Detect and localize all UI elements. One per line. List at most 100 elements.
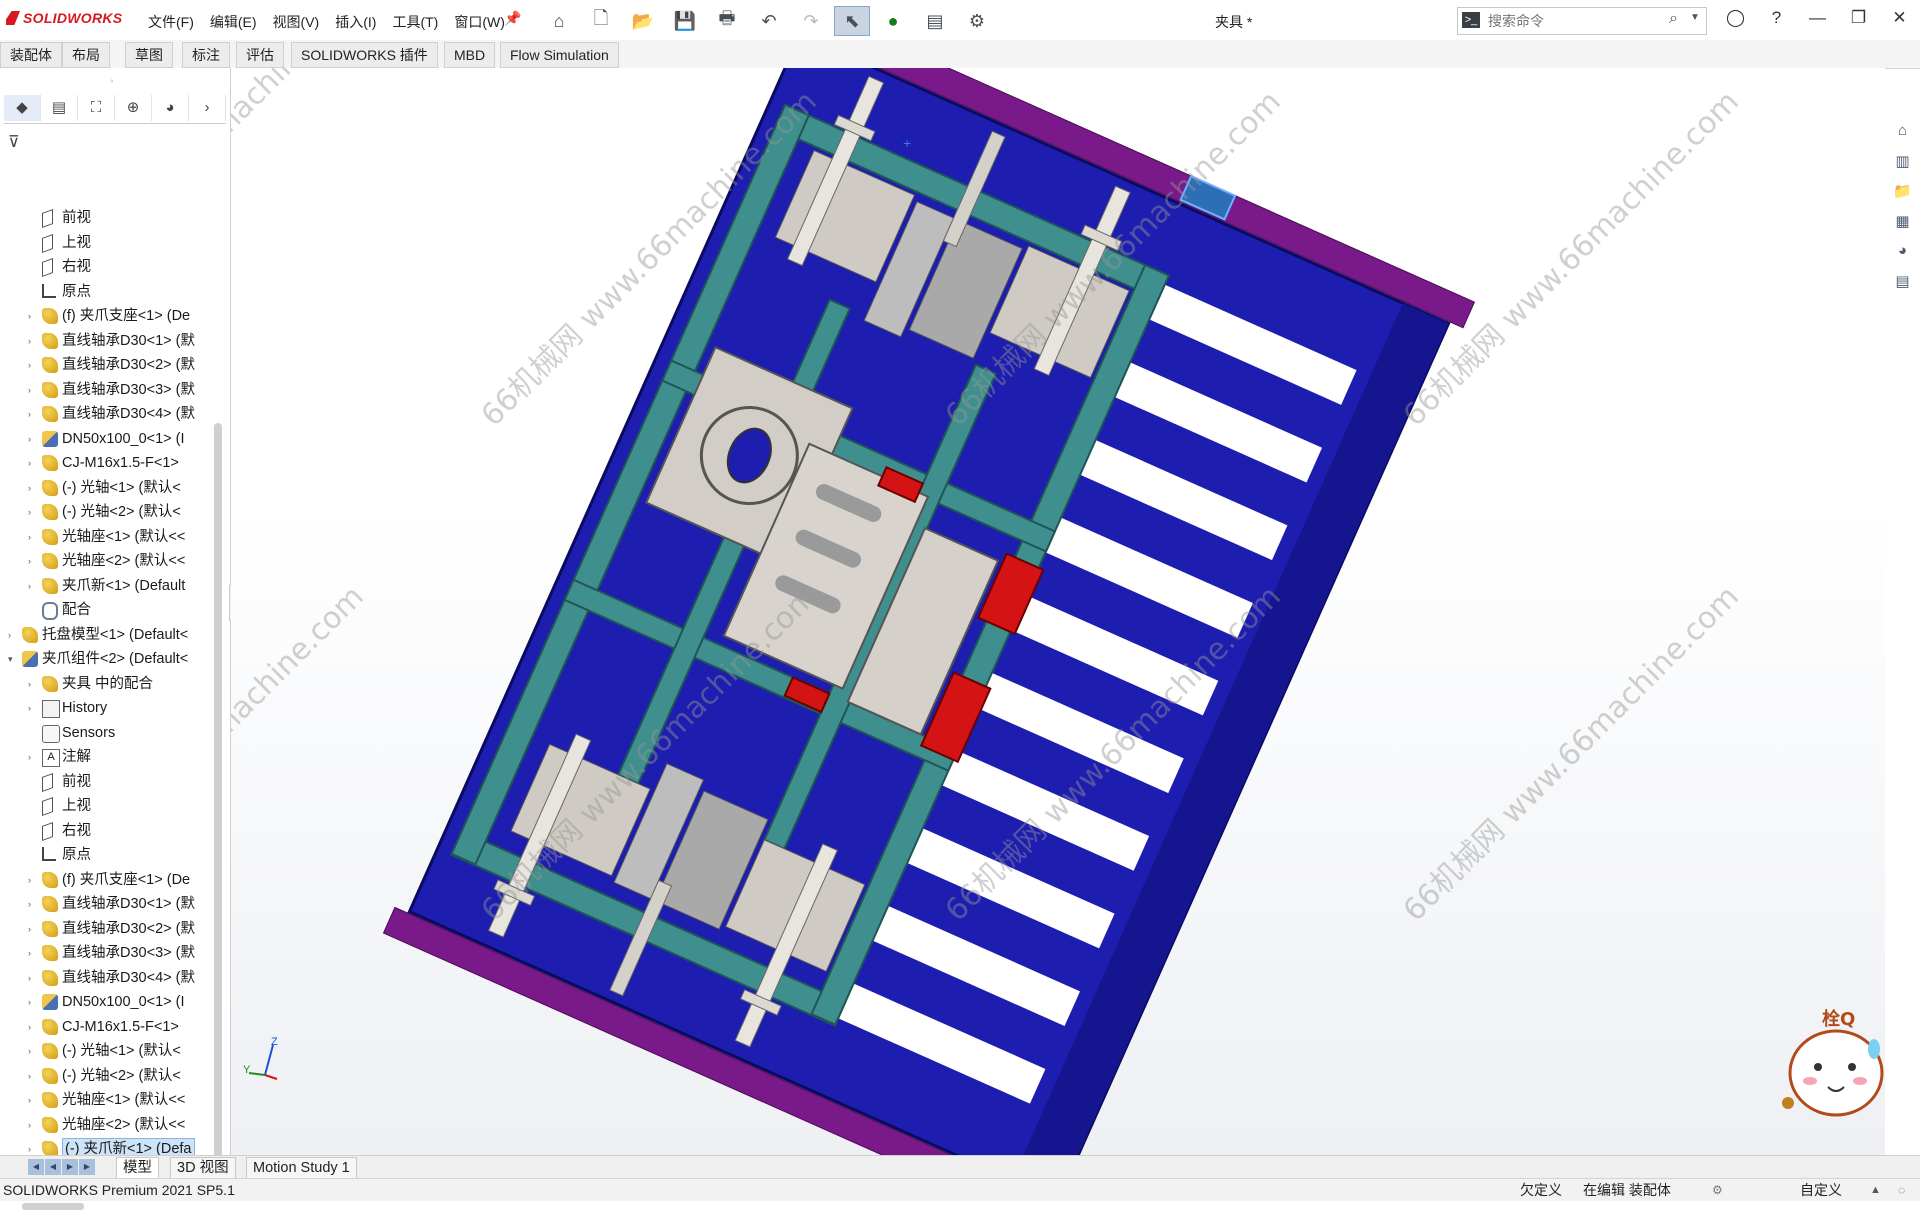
- expand-arrow-icon[interactable]: ›: [28, 966, 38, 990]
- user-account-icon[interactable]: ◯: [1715, 8, 1756, 28]
- expand-arrow-icon[interactable]: ›: [28, 1137, 38, 1156]
- tab-motion-study[interactable]: Motion Study 1: [246, 1157, 357, 1180]
- more-tabs-chevron-icon[interactable]: ›: [189, 95, 226, 121]
- tree-item[interactable]: 上视: [0, 231, 212, 255]
- view-palette-icon[interactable]: ▦: [1890, 212, 1916, 236]
- tree-item[interactable]: › 直线轴承D30<3> (默: [0, 941, 212, 965]
- tree-item[interactable]: › 直线轴承D30<2> (默: [0, 917, 212, 941]
- tree-vertical-scrollbar[interactable]: [214, 423, 222, 1173]
- expand-arrow-icon[interactable]: ›: [28, 1064, 38, 1088]
- filter-icon[interactable]: ⊽: [8, 132, 20, 152]
- expand-arrow-icon[interactable]: ›: [28, 672, 38, 696]
- expand-arrow-icon[interactable]: ›: [28, 696, 38, 720]
- dimxpert-tab-icon[interactable]: ⊕: [115, 95, 152, 121]
- expand-arrow-icon[interactable]: ›: [28, 1088, 38, 1112]
- tab-mbd[interactable]: MBD: [444, 42, 496, 68]
- tree-item[interactable]: 配合: [0, 598, 212, 622]
- menu-tools[interactable]: 工具(T): [384, 12, 446, 32]
- tab-layout[interactable]: 布局: [62, 42, 110, 68]
- tab-3d-view[interactable]: 3D 视图: [170, 1157, 236, 1180]
- tree-item[interactable]: › DN50x100_0<1> (I: [0, 427, 212, 451]
- print-icon[interactable]: 🖶: [708, 7, 746, 35]
- file-properties-icon[interactable]: ▤: [916, 7, 954, 35]
- units-status[interactable]: 自定义: [1800, 1179, 1842, 1201]
- expand-arrow-icon[interactable]: ›: [28, 353, 38, 377]
- expand-arrow-icon[interactable]: ›: [28, 1113, 38, 1137]
- expand-arrow-icon[interactable]: ›: [28, 525, 38, 549]
- tree-item[interactable]: › (-) 光轴<2> (默认<: [0, 1064, 212, 1088]
- definition-status[interactable]: 欠定义: [1520, 1179, 1562, 1201]
- tree-item[interactable]: › 光轴座<2> (默认<<: [0, 1113, 212, 1137]
- tree-item[interactable]: › (-) 光轴<1> (默认<: [0, 476, 212, 500]
- tree-item[interactable]: 前视: [0, 206, 212, 230]
- tree-item[interactable]: › (-) 光轴<2> (默认<: [0, 500, 212, 524]
- solidworks-logo[interactable]: SOLIDWORKS: [6, 10, 122, 26]
- tree-item[interactable]: 原点: [0, 843, 212, 867]
- tree-item[interactable]: › 直线轴承D30<4> (默: [0, 966, 212, 990]
- tab-flow-simulation[interactable]: Flow Simulation: [500, 42, 619, 68]
- close-icon[interactable]: ✕: [1879, 8, 1920, 28]
- tree-item[interactable]: › History: [0, 696, 212, 720]
- tree-item[interactable]: Sensors: [0, 721, 212, 745]
- custom-properties-icon[interactable]: ▤: [1890, 272, 1916, 296]
- expand-arrow-icon[interactable]: ›: [28, 304, 38, 328]
- search-dropdown-icon[interactable]: ▼: [1690, 12, 1700, 23]
- tree-item[interactable]: 上视: [0, 794, 212, 818]
- expand-arrow-icon[interactable]: ›: [28, 402, 38, 426]
- tree-item[interactable]: › 光轴座<2> (默认<<: [0, 549, 212, 573]
- tree-item[interactable]: › CJ-M16x1.5-F<1>: [0, 1015, 212, 1039]
- expand-arrow-icon[interactable]: ›: [28, 892, 38, 916]
- menu-view[interactable]: 视图(V): [265, 12, 328, 32]
- expand-arrow-icon[interactable]: ›: [28, 378, 38, 402]
- tree-item[interactable]: › (-) 夹爪新<1> (Defa: [0, 1137, 212, 1156]
- first-tab-icon[interactable]: ◀: [28, 1159, 44, 1175]
- tree-item[interactable]: › 直线轴承D30<2> (默: [0, 353, 212, 377]
- prev-tab-icon[interactable]: ◀: [45, 1159, 61, 1175]
- expand-arrow-icon[interactable]: ›: [28, 329, 38, 353]
- tree-item[interactable]: ▾ 夹爪组件<2> (Default<: [0, 647, 212, 671]
- tree-item[interactable]: › CJ-M16x1.5-F<1>: [0, 451, 212, 475]
- expand-arrow-icon[interactable]: ›: [28, 427, 38, 451]
- rebuild-icon[interactable]: ⚙: [1712, 1179, 1723, 1201]
- expand-arrow-icon[interactable]: ›: [28, 549, 38, 573]
- command-terminal-icon[interactable]: >_: [1462, 12, 1480, 28]
- options-gear-icon[interactable]: ⚙: [958, 7, 996, 35]
- last-tab-icon[interactable]: ▶: [79, 1159, 95, 1175]
- tab-assembly[interactable]: 装配体: [0, 42, 62, 68]
- tree-horizontal-scrollbar[interactable]: [22, 1203, 84, 1210]
- tree-item[interactable]: › 夹具 中的配合: [0, 672, 212, 696]
- tree-item[interactable]: 前视: [0, 770, 212, 794]
- tree-item[interactable]: › A 注解: [0, 745, 212, 769]
- expand-arrow-icon[interactable]: ›: [28, 574, 38, 598]
- home-icon[interactable]: ⌂: [540, 7, 578, 35]
- tree-item[interactable]: › (f) 夹爪支座<1> (De: [0, 304, 212, 328]
- graphics-area[interactable]: + Z Y 栓Q 66机械网 www.66machine.com 66机械网 w…: [231, 68, 1885, 1155]
- expand-arrow-icon[interactable]: ›: [28, 1039, 38, 1063]
- menu-edit[interactable]: 编辑(E): [202, 12, 265, 32]
- expand-arrow-icon[interactable]: ›: [28, 476, 38, 500]
- next-tab-icon[interactable]: ▶: [62, 1159, 78, 1175]
- redo-icon[interactable]: ↷: [792, 7, 830, 35]
- collapse-arrow-icon[interactable]: ▾: [8, 647, 18, 671]
- expand-arrow-icon[interactable]: ›: [8, 623, 18, 647]
- file-explorer-icon[interactable]: 📁: [1890, 182, 1916, 206]
- tree-item[interactable]: › (-) 光轴<1> (默认<: [0, 1039, 212, 1063]
- tree-item[interactable]: › 夹爪新<1> (Default: [0, 574, 212, 598]
- panel-gripper[interactable]: ◦: [110, 76, 114, 87]
- minimize-icon[interactable]: —: [1797, 8, 1838, 28]
- solidworks-resources-icon[interactable]: ⌂: [1890, 122, 1916, 146]
- menu-file[interactable]: 文件(F): [140, 12, 202, 32]
- configuration-manager-tab-icon[interactable]: ⛶: [78, 95, 115, 121]
- tree-item[interactable]: › 直线轴承D30<1> (默: [0, 329, 212, 353]
- tab-markup[interactable]: 标注: [182, 42, 230, 68]
- tree-item[interactable]: › 光轴座<1> (默认<<: [0, 1088, 212, 1112]
- menu-window[interactable]: 窗口(W): [446, 12, 513, 32]
- expand-arrow-icon[interactable]: ›: [28, 745, 38, 769]
- expand-arrow-icon[interactable]: ›: [28, 917, 38, 941]
- tree-item[interactable]: 右视: [0, 255, 212, 279]
- expand-arrow-icon[interactable]: ›: [28, 500, 38, 524]
- save-icon[interactable]: 💾: [666, 7, 704, 35]
- design-library-icon[interactable]: ▥: [1890, 152, 1916, 176]
- help-balloon-icon[interactable]: ◌: [1898, 1179, 1905, 1201]
- expand-arrow-icon[interactable]: ›: [28, 868, 38, 892]
